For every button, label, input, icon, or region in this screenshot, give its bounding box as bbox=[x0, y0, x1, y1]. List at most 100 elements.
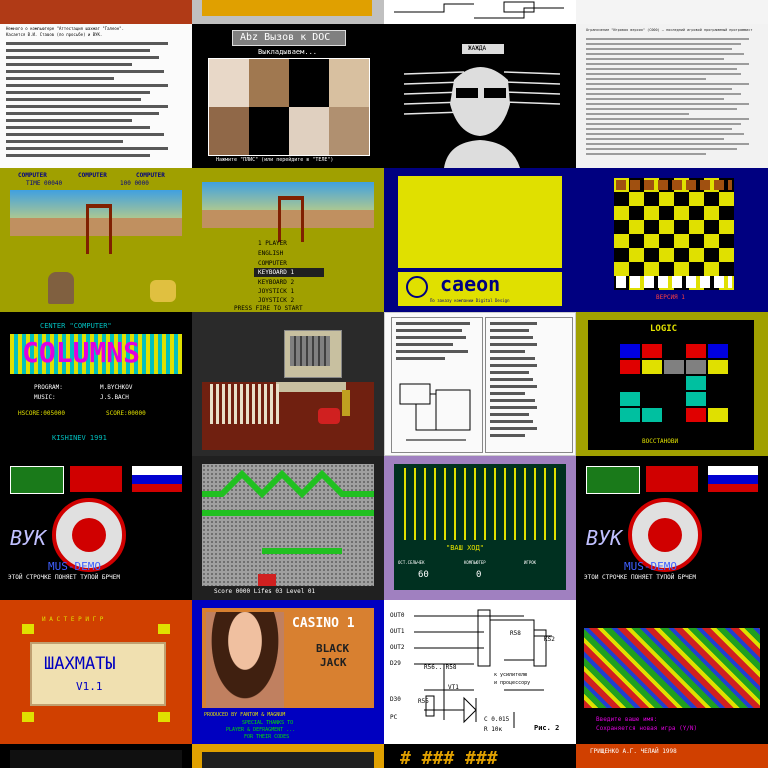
tile-r4c1[interactable]: Score 0000 Lifes 03 Level 01 bbox=[192, 456, 384, 600]
casino-subtitle-1: BLACK bbox=[316, 642, 350, 655]
yellow-panel bbox=[398, 176, 562, 268]
tile-r3c1[interactable] bbox=[192, 312, 384, 456]
label-r58: R58 bbox=[510, 630, 521, 637]
crown-icon-bottom-left bbox=[22, 712, 34, 722]
black-pieces-row bbox=[616, 180, 732, 190]
chess-footer: ВЕРСИЯ 1 bbox=[656, 294, 685, 301]
ticker-text: ЭТОИ СТРОЧКЕ ПОНЯЕТ ТУПОЙ БРЧЕМ bbox=[584, 574, 696, 581]
tile-r6c0[interactable] bbox=[0, 744, 192, 768]
phone-icon bbox=[318, 408, 340, 424]
menu-item-joystick-1[interactable]: JOYSTICK 1 bbox=[258, 288, 294, 295]
keyboard-icon bbox=[276, 382, 346, 392]
logic-footer: ВОССТАНОВИ bbox=[642, 438, 679, 445]
portrait-illustration bbox=[403, 67, 561, 168]
tile-r1c2[interactable]: ЖАЖДА bbox=[384, 24, 576, 168]
flag-right-red bbox=[708, 484, 758, 492]
header-mid: COMPUTER bbox=[78, 172, 107, 179]
document-text-block bbox=[6, 42, 186, 161]
menu-item-1-player[interactable]: 1 PLAYER bbox=[258, 240, 287, 247]
tile-block[interactable] bbox=[620, 360, 640, 374]
skeleton-figure bbox=[210, 384, 280, 424]
score: SCORE:00000 bbox=[106, 410, 146, 417]
tile-block[interactable] bbox=[708, 408, 728, 422]
brand-logo: ВУК bbox=[586, 526, 623, 550]
game-subtitle: Выкладываем... bbox=[258, 48, 318, 56]
menu-item-keyboard-2[interactable]: KEYBOARD 2 bbox=[258, 279, 294, 286]
save-prompt: Сохраняется новая игра (Y/N) bbox=[596, 725, 698, 732]
tile-r3c3[interactable]: LOGIC ВОССТАНОВИ bbox=[576, 312, 768, 456]
figure-label: Рис. 2 bbox=[534, 724, 560, 732]
tile-block[interactable] bbox=[686, 392, 706, 406]
label-out0: OUT0 bbox=[390, 612, 405, 619]
chess-board[interactable] bbox=[614, 178, 734, 290]
player-sprite bbox=[48, 272, 74, 304]
tile-r0c3[interactable] bbox=[576, 0, 768, 24]
tile-r2c0[interactable]: COMPUTER COMPUTER COMPUTER TIME 00040 10… bbox=[0, 168, 192, 312]
columns-title: COLUMNS bbox=[22, 336, 141, 369]
tile-r3c0[interactable]: CENTER "COMPUTER" COLUMNS PROGRAM: M.BYC… bbox=[0, 312, 192, 456]
tile-block[interactable] bbox=[664, 360, 684, 374]
emblem-heart bbox=[648, 518, 682, 552]
tile-block[interactable] bbox=[620, 344, 640, 358]
circuit-fragment bbox=[394, 1, 564, 19]
tile-r6c1[interactable] bbox=[192, 744, 384, 768]
game-title: Abz Вызов к DOC bbox=[240, 32, 331, 43]
tile-r0c2[interactable] bbox=[384, 0, 576, 24]
tile-r1c3[interactable]: Ограничение "Игровая версия" (C000) — по… bbox=[576, 24, 768, 168]
tile-block[interactable] bbox=[686, 360, 706, 374]
menu-item-english[interactable]: ENGLISH bbox=[258, 250, 283, 257]
puzzle-image bbox=[208, 58, 370, 156]
right-page bbox=[485, 317, 573, 453]
tile-block[interactable] bbox=[708, 344, 728, 358]
tile-r5c2[interactable]: OUT0 OUT1 OUT2 D29 R58 R56...R58 VT1 R55… bbox=[384, 600, 576, 744]
label-d29: D29 bbox=[390, 660, 401, 667]
tile-block[interactable] bbox=[686, 376, 706, 390]
tile-r6c2[interactable]: # ### ### bbox=[384, 744, 576, 768]
program-value: M.BYCHKOV bbox=[100, 384, 133, 391]
menu-item-computer[interactable]: COMPUTER bbox=[258, 260, 287, 267]
tile-block[interactable] bbox=[686, 408, 706, 422]
tile-block[interactable] bbox=[642, 408, 662, 422]
title-scroll bbox=[30, 642, 166, 706]
tile-block[interactable] bbox=[620, 392, 640, 406]
mus-demo: MUS-DEMO bbox=[48, 560, 101, 573]
flag-right-white bbox=[708, 466, 758, 475]
label-vt1: VT1 bbox=[448, 684, 459, 691]
music-value: J.S.BACH bbox=[100, 394, 129, 401]
tile-r0c1[interactable] bbox=[192, 0, 384, 24]
flag-right-red bbox=[132, 484, 182, 492]
title-fragment: # ### ### bbox=[400, 748, 498, 768]
label-d30: D30 bbox=[390, 696, 401, 703]
flag-mid bbox=[646, 466, 698, 492]
tile-r2c1[interactable]: 1 PLAYER ENGLISH COMPUTER KEYBOARD 1 KEY… bbox=[192, 168, 384, 312]
tile-r2c2[interactable]: caeon По заказу компании Digital Design bbox=[384, 168, 576, 312]
tile-r5c1[interactable]: CASINO 1 BLACK JACK PRODUCED BY FANTOM &… bbox=[192, 600, 384, 744]
tile-r4c0[interactable]: ВУК MUS-DEMO ЭТОЙ СТРОЧКЕ ПОНЯЕТ ТУПОЙ Б… bbox=[0, 456, 192, 600]
tile-r5c3[interactable]: Введите ваше имя: Сохраняется новая игра… bbox=[576, 600, 768, 744]
logic-board bbox=[588, 320, 754, 450]
tile-r5c0[interactable]: И А С Т Е Р И Г Р ШАХМАТЫ V1.1 bbox=[0, 600, 192, 744]
tile-block[interactable] bbox=[708, 360, 728, 374]
tile-r2c3[interactable]: ВЕРСИЯ 1 bbox=[576, 168, 768, 312]
tile-block[interactable] bbox=[642, 344, 662, 358]
label-r55: R55 bbox=[418, 698, 429, 705]
tile-r4c3[interactable]: ВУК MUS-DEMO ЭТОИ СТРОЧКЕ ПОНЯЕТ ТУПОЙ Б… bbox=[576, 456, 768, 600]
schematic-diagram bbox=[414, 609, 552, 728]
menu-item-joystick-2[interactable]: JOYSTICK 2 bbox=[258, 297, 294, 304]
label-ks2: KS2 bbox=[544, 636, 555, 643]
emblem-heart bbox=[72, 518, 106, 552]
tile-r1c0[interactable]: Немного о компьютере "Аттестация шахмат … bbox=[0, 24, 192, 168]
score-right: 100 0000 bbox=[120, 180, 149, 187]
tile-r4c2[interactable]: "ВАШ ХОД" ОСТ.СЕЛЬЧЕК КОМПЬЮТЕР ИГРОК 60… bbox=[384, 456, 576, 600]
tile-block[interactable] bbox=[620, 408, 640, 422]
tile-r0c0[interactable] bbox=[0, 0, 192, 24]
opponent-sprite bbox=[150, 280, 176, 302]
tile-block[interactable] bbox=[686, 344, 706, 358]
globe-icon bbox=[406, 276, 428, 298]
menu-item-keyboard-1[interactable]: KEYBOARD 1 bbox=[258, 269, 294, 276]
tile-r1c1[interactable]: Abz Вызов к DOC Выкладываем... Нажмите "… bbox=[192, 24, 384, 168]
tile-r6c3[interactable]: ГРИЩЕНКО А.Г. ЧЕЛАЙ 1998 bbox=[576, 744, 768, 768]
tile-block[interactable] bbox=[642, 360, 662, 374]
tile-r3c2[interactable] bbox=[384, 312, 576, 456]
label-remaining: ОСТ.СЕЛЬЧЕК bbox=[398, 560, 425, 565]
